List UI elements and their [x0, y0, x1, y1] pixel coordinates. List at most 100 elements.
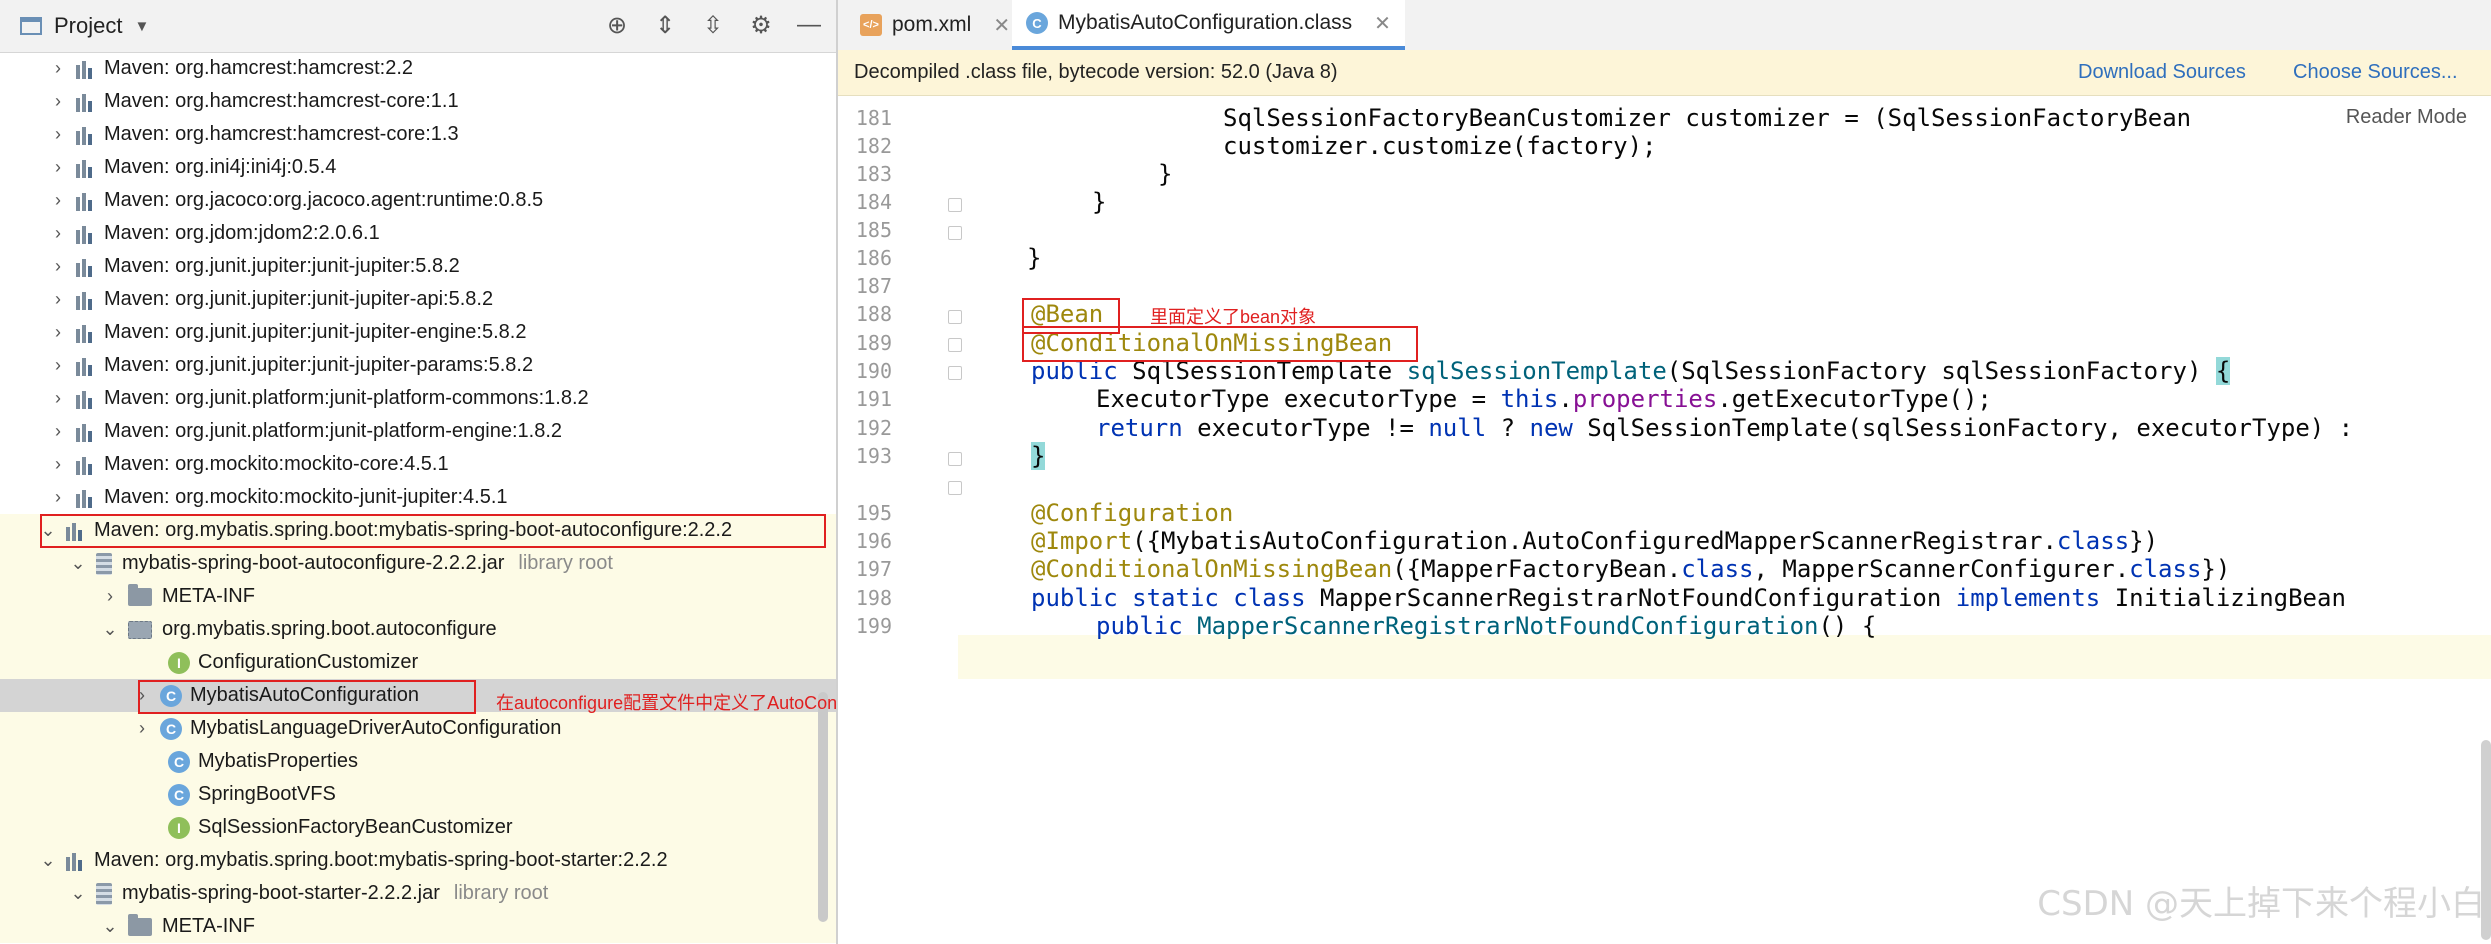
- code-line-189: @ConditionalOnMissingBean: [1031, 329, 1393, 357]
- choose-sources-link[interactable]: Choose Sources...: [2293, 61, 2458, 84]
- class-icon: C: [168, 750, 190, 773]
- code-line-196: @Import({MybatisAutoConfiguration.AutoCo…: [1031, 527, 2159, 555]
- project-view-selector[interactable]: Project ▼: [20, 10, 149, 42]
- tab-label: pom.xml: [892, 13, 972, 36]
- chevron-right-icon[interactable]: ›: [48, 388, 68, 409]
- tree-item-class[interactable]: › C MybatisLanguageDriverAutoConfiguration: [0, 712, 836, 745]
- chevron-right-icon[interactable]: ›: [48, 421, 68, 442]
- chevron-right-icon[interactable]: ›: [48, 355, 68, 376]
- tree-item-interface[interactable]: I ConfigurationCustomizer: [0, 646, 836, 679]
- chevron-down-icon[interactable]: ⌄: [38, 850, 58, 871]
- chevron-right-icon[interactable]: ›: [100, 586, 120, 607]
- tree-item-label: mybatis-spring-boot-autoconfigure-2.2.2.…: [122, 552, 505, 574]
- tree-item-label: MybatisLanguageDriverAutoConfiguration: [190, 717, 562, 739]
- tree-item-label: Maven: org.junit.platform:junit-platform…: [104, 420, 563, 442]
- chevron-right-icon[interactable]: ›: [48, 223, 68, 244]
- code-line-199: public MapperScannerRegistrarNotFoundCon…: [1096, 612, 1877, 640]
- chevron-right-icon[interactable]: ›: [48, 289, 68, 310]
- chevron-down-icon[interactable]: ⌄: [100, 619, 120, 640]
- close-icon[interactable]: ✕: [1374, 11, 1391, 36]
- chevron-right-icon[interactable]: ›: [48, 157, 68, 178]
- tree-item-label: Maven: org.junit.jupiter:junit-jupiter-e…: [104, 321, 527, 343]
- chevron-right-icon[interactable]: ›: [48, 190, 68, 211]
- tree-item-library[interactable]: › Maven: org.junit.jupiter:junit-jupiter-…: [0, 349, 836, 382]
- chevron-right-icon[interactable]: ›: [48, 256, 68, 277]
- tree-item-library-expanded[interactable]: ⌄ Maven: org.mybatis.spring.boot:mybatis-…: [0, 514, 836, 547]
- tree-item-library-expanded[interactable]: ⌄ Maven: org.mybatis.spring.boot:mybatis-…: [0, 844, 836, 877]
- tree-item-folder[interactable]: › META-INF: [0, 580, 836, 613]
- tree-item-library[interactable]: › Maven: org.junit.platform:junit-platfor…: [0, 415, 836, 448]
- locate-file-icon[interactable]: ⊕: [600, 8, 634, 42]
- editor-tabs: </> pom.xml ✕ C MybatisAutoConfiguration…: [838, 0, 2491, 51]
- tree-item-label: Maven: org.junit.jupiter:junit-jupiter:5…: [104, 255, 460, 277]
- tree-item-library[interactable]: › Maven: org.hamcrest:hamcrest-core:1.3: [0, 118, 836, 151]
- code-area[interactable]: SqlSessionFactoryBeanCustomizer customiz…: [838, 96, 2491, 944]
- tree-item-library[interactable]: › Maven: org.mockito:mockito-junit-jupite…: [0, 481, 836, 514]
- gear-icon[interactable]: ⚙: [744, 8, 778, 42]
- project-scrollbar[interactable]: [818, 692, 828, 922]
- xml-file-icon: </>: [860, 14, 882, 36]
- tree-item-library[interactable]: › Maven: org.jdom:jdom2:2.0.6.1: [0, 217, 836, 250]
- tree-item-folder[interactable]: ⌄ META-INF: [0, 910, 836, 943]
- tree-item-label: Maven: org.junit.platform:junit-platform…: [104, 387, 589, 409]
- library-icon: [66, 851, 86, 871]
- chevron-right-icon[interactable]: ›: [48, 91, 68, 112]
- class-icon: C: [168, 783, 190, 806]
- tree-item-library[interactable]: › Maven: org.junit.jupiter:junit-jupiter:…: [0, 250, 836, 283]
- tree-item-interface[interactable]: I SqlSessionFactoryBeanCustomizer: [0, 811, 836, 844]
- tree-item-label: Maven: org.mockito:mockito-junit-jupiter…: [104, 486, 508, 508]
- chevron-down-icon[interactable]: ⌄: [38, 520, 58, 541]
- tree-item-library[interactable]: › Maven: org.junit.jupiter:junit-jupiter-…: [0, 316, 836, 349]
- minimize-icon[interactable]: —: [792, 8, 826, 42]
- chevron-down-icon[interactable]: ⌄: [100, 916, 120, 937]
- chevron-right-icon[interactable]: ›: [48, 58, 68, 79]
- interface-icon: I: [168, 651, 190, 674]
- download-sources-link[interactable]: Download Sources: [2078, 61, 2246, 84]
- chevron-right-icon[interactable]: ›: [48, 322, 68, 343]
- tree-item-library[interactable]: › Maven: org.junit.jupiter:junit-jupiter-…: [0, 283, 836, 316]
- chevron-down-icon[interactable]: ⌄: [68, 553, 88, 574]
- tree-item-jar[interactable]: ⌄ mybatis-spring-boot-starter-2.2.2.jar li…: [0, 877, 836, 910]
- reader-mode-button[interactable]: Reader Mode: [2346, 106, 2467, 129]
- tree-item-library[interactable]: › Maven: org.mockito:mockito-core:4.5.1: [0, 448, 836, 481]
- code-line-198: public static class MapperScannerRegistr…: [1031, 584, 2346, 612]
- library-icon: [76, 59, 96, 79]
- chevron-right-icon[interactable]: ›: [48, 124, 68, 145]
- chevron-right-icon[interactable]: ›: [132, 685, 152, 706]
- chevron-right-icon[interactable]: ›: [48, 487, 68, 508]
- tab-mybatis-autoconfiguration[interactable]: C MybatisAutoConfiguration.class ✕: [1012, 0, 1405, 50]
- tree-item-class[interactable]: C SpringBootVFS: [0, 778, 836, 811]
- bean-annotation-note: 里面定义了bean对象: [1150, 307, 1317, 327]
- tree-item-label: META-INF: [162, 585, 255, 607]
- library-icon: [76, 290, 96, 310]
- tree-item-label: MybatisProperties: [198, 750, 359, 772]
- editor-scrollbar[interactable]: [2481, 740, 2491, 940]
- tree-item-library[interactable]: › Maven: org.jacoco:org.jacoco.agent:runt…: [0, 184, 836, 217]
- autoconfig-annotation-note: 在autoconfigure配置文件中定义了AutoConfiguration这…: [496, 693, 836, 713]
- code-line-190: public SqlSessionTemplate sqlSessionTemp…: [1031, 357, 2231, 385]
- chevron-down-icon[interactable]: ⌄: [68, 883, 88, 904]
- tree-item-label: SqlSessionFactoryBeanCustomizer: [198, 816, 513, 838]
- tree-item-class[interactable]: C MybatisProperties: [0, 745, 836, 778]
- library-root-hint: library root: [518, 552, 613, 574]
- tree-item-library[interactable]: › Maven: org.junit.platform:junit-platfor…: [0, 382, 836, 415]
- tree-item-library[interactable]: › Maven: org.hamcrest:hamcrest-core:1.1: [0, 85, 836, 118]
- tab-pom-xml[interactable]: </> pom.xml ✕: [846, 0, 1024, 50]
- tree-item-package[interactable]: ⌄ org.mybatis.spring.boot.autoconfigure: [0, 613, 836, 646]
- project-toolbar: ⊕ ⇕ ⇳ ⚙ —: [600, 8, 826, 42]
- tree-item-library[interactable]: › Maven: org.ini4j:ini4j:0.5.4: [0, 151, 836, 184]
- csdn-watermark: CSDN @天上掉下来个程小白: [2037, 884, 2485, 924]
- tree-item-label: mybatis-spring-boot-starter-2.2.2.jar: [122, 882, 440, 904]
- code-line-192: return executorType != null ? new SqlSes…: [1096, 414, 2354, 442]
- code-line-181: SqlSessionFactoryBeanCustomizer customiz…: [1223, 104, 2192, 132]
- chevron-right-icon[interactable]: ›: [48, 454, 68, 475]
- chevron-right-icon[interactable]: ›: [132, 718, 152, 739]
- close-icon[interactable]: ✕: [993, 13, 1010, 38]
- collapse-all-icon[interactable]: ⇳: [696, 8, 730, 42]
- tree-item-label: Maven: org.junit.jupiter:junit-jupiter-a…: [104, 288, 494, 310]
- tree-item-jar[interactable]: ⌄ mybatis-spring-boot-autoconfigure-2.2.2…: [0, 547, 836, 580]
- code-line-195: @Configuration: [1031, 499, 1234, 527]
- expand-all-icon[interactable]: ⇕: [648, 8, 682, 42]
- tree-item-library[interactable]: › Maven: org.hamcrest:hamcrest:2.2: [0, 52, 836, 85]
- class-icon: C: [160, 717, 182, 740]
